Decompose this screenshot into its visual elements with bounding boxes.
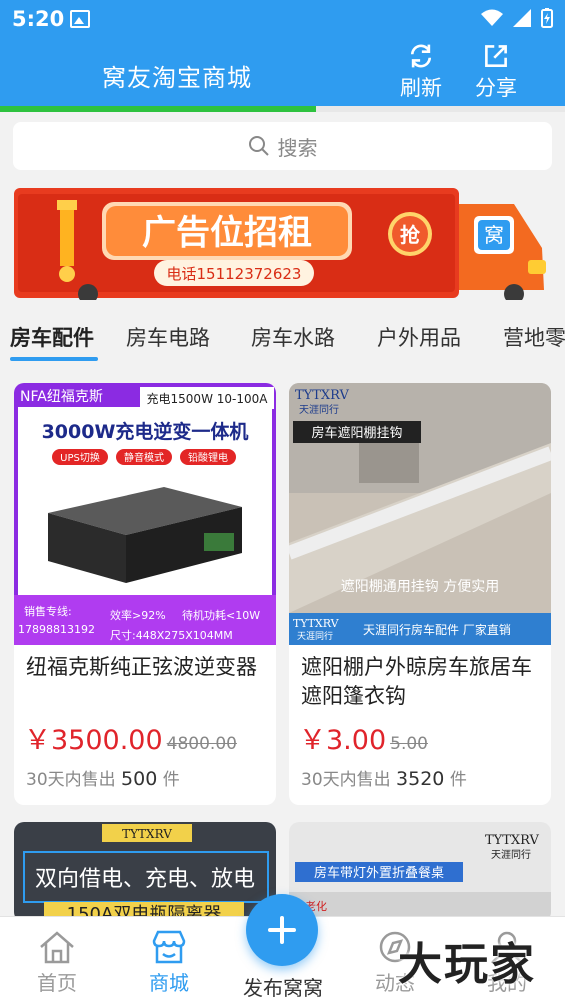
signal-icon (513, 9, 531, 27)
tab-rv-plumbing[interactable]: 房车水路 (251, 322, 335, 352)
battery-icon (541, 8, 553, 28)
product-image: NFA纽福克斯 充电1500W 10-100A 3000W充电逆变一体机 UPS… (14, 383, 276, 645)
banner-logo-char: 窝 (484, 223, 504, 247)
share-icon (485, 45, 507, 67)
price-row: ￥3500.00 4800.00 (24, 718, 237, 757)
share-label: 分享 (475, 76, 517, 100)
sold-unit: 件 (449, 770, 467, 790)
img-tag: 房车遮阳棚挂钩 (311, 425, 402, 441)
progress-fill (0, 106, 317, 112)
img-brand: TYTXRV (485, 833, 540, 848)
img-title: 3000W充电逆变一体机 (42, 420, 249, 443)
nav-home-label: 首页 (37, 971, 77, 995)
app-header: 5:20 窝友淘宝商城 刷新 分享 (0, 0, 565, 108)
tab-rv-electrical[interactable]: 房车电路 (126, 322, 210, 352)
img-brand-sub: 天涯同行 (299, 403, 339, 416)
product-card[interactable]: TYTXRV 天涯同行 房车带灯外置折叠餐桌 老化 (289, 822, 551, 922)
img-title: 双向借电、充电、放电 (35, 867, 255, 892)
img-hotline: 17898813192 (18, 623, 95, 636)
img-tag-1: UPS切换 (60, 451, 100, 464)
tab-rv-parts[interactable]: 房车配件 (10, 322, 94, 352)
refresh-button[interactable]: 刷新 (391, 42, 451, 102)
img-caption: 遮阳棚通用挂钩 方便实用 (341, 579, 499, 595)
product-image: TYTXRV 天涯同行 房车遮阳棚挂钩 遮阳棚通用挂钩 方便实用 TYTXRV … (289, 383, 551, 645)
img-footer-brand: TYTXRV (293, 617, 340, 630)
active-tab-indicator (10, 357, 98, 361)
sold-count: 30天内售出 3520 件 (301, 765, 467, 790)
img-footer-brand-sub: 天涯同行 (297, 630, 333, 642)
plus-icon (268, 916, 296, 944)
sold-number: 3520 (396, 768, 445, 790)
img-brand-sub: 天涯同行 (491, 848, 531, 861)
tab-camp[interactable]: 营地零 (503, 322, 565, 352)
status-bar: 5:20 (0, 0, 565, 40)
img-standby: 待机功耗<10W (182, 608, 260, 622)
product-image: TYTXRV 天涯同行 房车带灯外置折叠餐桌 老化 (289, 822, 551, 922)
img-spec: 充电1500W 10-100A (147, 391, 269, 406)
category-tabs: 房车配件 房车电路 房车水路 户外用品 营地零 (0, 312, 565, 362)
refresh-icon (410, 44, 432, 68)
tab-outdoor-gear[interactable]: 户外用品 (377, 322, 461, 352)
img-size: 尺寸:448X275X104MM (110, 628, 233, 642)
image-notification-icon (70, 10, 90, 28)
img-tag-2: 静音模式 (124, 451, 164, 464)
product-name: 纽福克斯纯正弦波逆变器 (26, 655, 257, 679)
price-row: ￥3.00 5.00 (299, 718, 428, 757)
refresh-label: 刷新 (400, 76, 442, 100)
ad-banner[interactable]: 窝 广告位招租 电话15112372623 抢 (14, 186, 553, 304)
img-tag-3: 铅酸锂电 (188, 451, 228, 464)
watermark: 大玩家 (398, 939, 536, 990)
product-price: ￥3.00 (299, 725, 387, 756)
wifi-icon (481, 9, 503, 26)
img-footer: 天涯同行房车配件 厂家直销 (363, 622, 511, 637)
img-brand: NFA纽福克斯 (20, 389, 103, 405)
product-card[interactable]: TYTXRV 天涯同行 房车遮阳棚挂钩 遮阳棚通用挂钩 方便实用 TYTXRV … (289, 383, 551, 805)
product-old-price: 4800.00 (166, 734, 237, 754)
product-name: 遮阳棚户外晾房车旅居车遮阳篷衣钩 (301, 655, 532, 708)
publish-button[interactable] (246, 894, 318, 966)
share-button[interactable]: 分享 (466, 42, 526, 102)
nav-home[interactable]: 首页 (12, 927, 102, 996)
search-icon (248, 136, 269, 156)
product-image: TYTXRV 双向借电、充电、放电 150A双电瓶隔离器 (14, 822, 276, 922)
page-title: 窝友淘宝商城 (102, 64, 252, 92)
banner-headline: 广告位招租 (142, 213, 312, 253)
home-icon (40, 931, 74, 964)
product-card[interactable]: TYTXRV 双向借电、充电、放电 150A双电瓶隔离器 (14, 822, 276, 922)
sold-number: 500 (121, 768, 158, 790)
product-card[interactable]: NFA纽福克斯 充电1500W 10-100A 3000W充电逆变一体机 UPS… (14, 383, 276, 805)
product-price: ￥3500.00 (24, 725, 163, 756)
banner-badge: 抢 (400, 223, 421, 247)
publish-label: 发布窝窝 (243, 976, 323, 1000)
img-tag: 房车带灯外置折叠餐桌 (314, 865, 444, 881)
nav-mall[interactable]: 商城 (124, 927, 214, 996)
img-hotline-label: 销售专线: (24, 604, 72, 618)
store-icon (152, 930, 186, 964)
sold-prefix: 30天内售出 (301, 770, 391, 790)
img-brand: TYTXRV (122, 827, 172, 841)
search-placeholder: 搜索 (277, 135, 318, 160)
sold-unit: 件 (162, 770, 180, 790)
sold-count: 30天内售出 500 件 (26, 765, 180, 790)
img-brand: TYTXRV (295, 388, 350, 403)
nav-mall-label: 商城 (149, 971, 189, 995)
status-time: 5:20 (12, 7, 65, 31)
page-load-progress (0, 106, 565, 112)
banner-phone: 电话15112372623 (167, 265, 302, 283)
img-efficiency: 效率>92% (110, 608, 166, 622)
search-input[interactable]: 搜索 (13, 122, 552, 170)
product-old-price: 5.00 (390, 734, 428, 754)
sold-prefix: 30天内售出 (26, 770, 116, 790)
